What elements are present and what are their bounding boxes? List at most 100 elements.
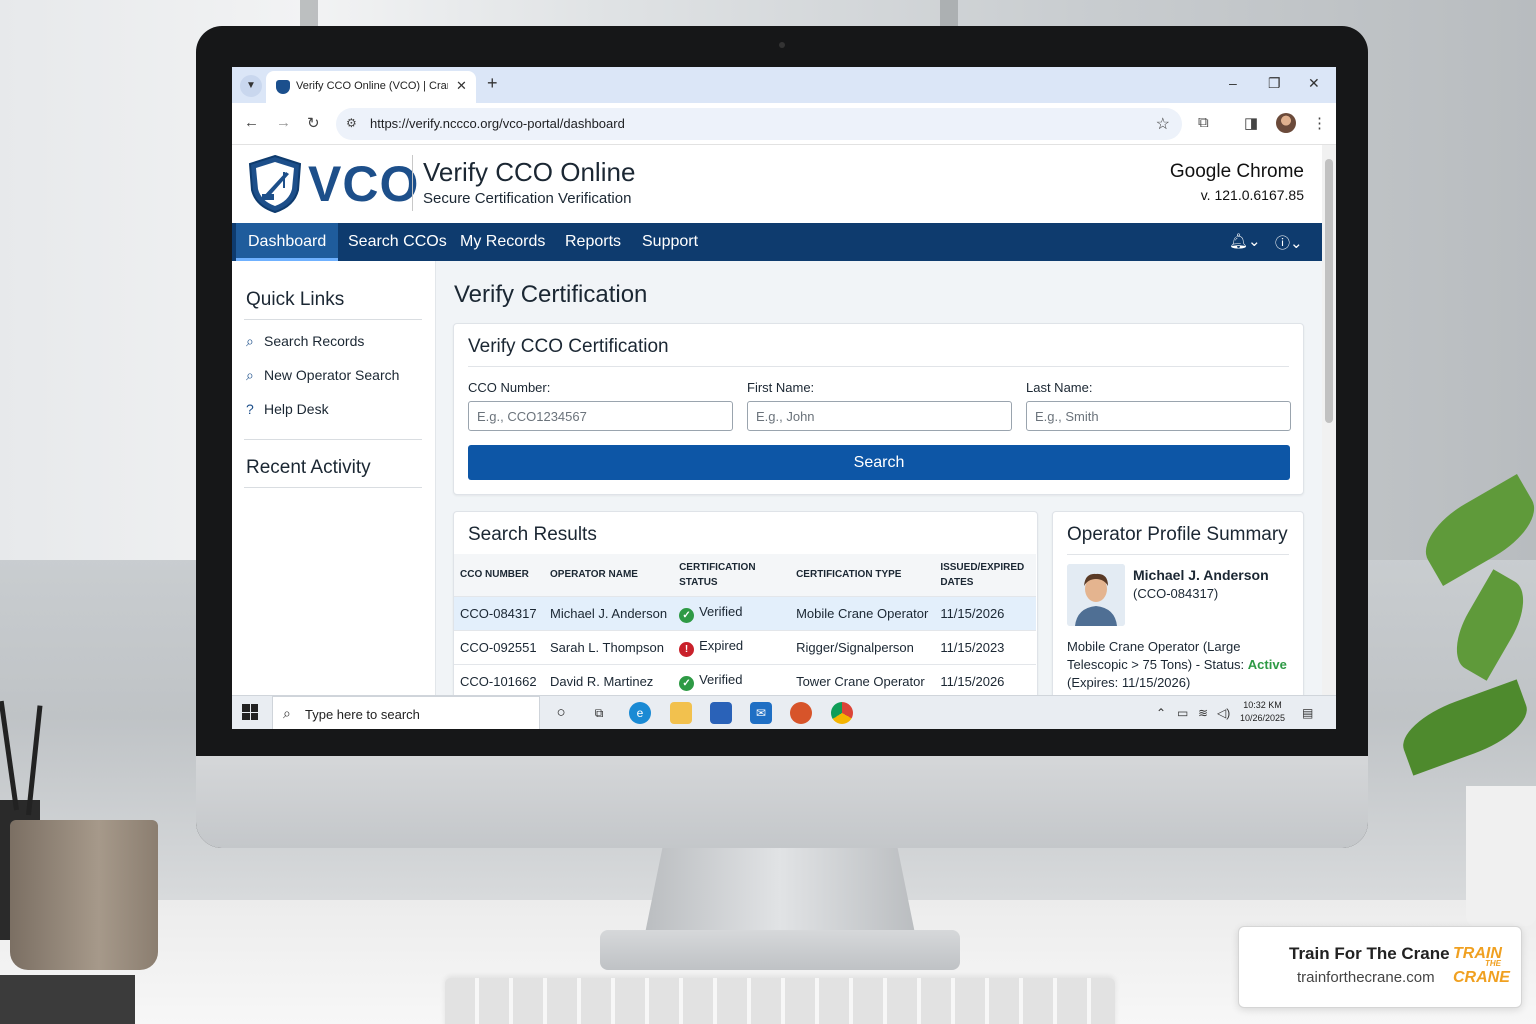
mail-icon[interactable]: ✉ (750, 702, 772, 724)
nav-support[interactable]: Support (630, 223, 710, 261)
close-icon[interactable]: ✕ (1308, 75, 1320, 92)
monitor-stand-base (600, 930, 960, 970)
address-bar[interactable]: ⚙ https://verify.nccco.org/vco-portal/da… (336, 108, 1182, 140)
nav-dashboard[interactable]: Dashboard (236, 223, 339, 261)
table-row[interactable]: CCO-092551 Sarah L. Thompson ! Expired Ri… (454, 629, 1036, 664)
tray-chevron-icon[interactable]: ⌃ (1156, 706, 1166, 720)
operator-name-cell: David R. Martinez (544, 663, 674, 698)
column-header: CERTIFICATION TYPE (790, 554, 935, 596)
page-scrollbar[interactable] (1322, 145, 1336, 701)
operator-name-cell: Sarah L. Thompson (544, 629, 674, 664)
battery-icon[interactable]: ▭ (1177, 706, 1188, 720)
file-explorer-icon[interactable] (670, 702, 692, 724)
date-cell: 11/15/2026 (934, 595, 1036, 630)
check-circle-icon: ✓ (679, 675, 695, 691)
page-title: Verify Certification (454, 281, 648, 308)
plant-leaf (1443, 569, 1536, 681)
first-name-label: First Name: (747, 380, 815, 395)
edge-icon[interactable]: e (629, 702, 651, 724)
tab-title: Verify CCO Online (VCO) | Cranc (296, 80, 448, 92)
close-tab-icon[interactable]: ✕ (456, 78, 467, 94)
divider (244, 439, 422, 440)
cert-type-cell: Rigger/Signalperson (790, 629, 935, 664)
profile-description: Mobile Crane Operator (Large Telescopic … (1067, 638, 1293, 692)
minimize-icon[interactable]: – (1229, 75, 1237, 91)
bell-icon[interactable]: 🔔︎⌄ (1229, 232, 1261, 250)
status-text: Verified (699, 671, 743, 687)
browser-tab[interactable]: Verify CCO Online (VCO) | Cranc ✕ (266, 71, 476, 103)
browser-tabstrip: ▼ Verify CCO Online (VCO) | Cranc ✕ + – … (232, 67, 1336, 103)
notebook (0, 975, 135, 1024)
forward-icon[interactable]: → (276, 114, 291, 131)
status-text: Verified (699, 603, 743, 619)
taskbar-clock[interactable]: 10:32 KM 10/26/2025 (1240, 699, 1285, 725)
column-header: ISSUED/EXPIRED DATES (934, 554, 1036, 596)
tab-search-icon[interactable]: ▼ (240, 75, 262, 97)
sidebar-link-new-operator-search[interactable]: ⌕ New Operator Search (246, 367, 399, 384)
coffee-mug (10, 820, 158, 970)
tab-favicon (276, 80, 290, 94)
divider (468, 366, 1289, 367)
site-settings-icon[interactable]: ⚙ (346, 116, 357, 130)
bookmark-star-icon[interactable]: ☆ (1156, 114, 1170, 134)
search-icon: ⌕ (283, 705, 291, 721)
brand-logo-line: CRANE (1453, 969, 1510, 986)
vco-logo-text: VCO (308, 156, 420, 212)
column-header: CERTIFICATION STATUS (673, 554, 791, 596)
plant-leaf (1394, 679, 1536, 776)
date-cell: 11/15/2023 (934, 629, 1036, 664)
quick-links-heading: Quick Links (246, 289, 345, 310)
task-view-icon[interactable]: ⧉ (588, 702, 610, 724)
nav-search-ccos[interactable]: Search CCOs (336, 223, 459, 261)
cortana-icon[interactable]: ○ (550, 702, 572, 724)
chrome-icon[interactable] (831, 702, 853, 724)
profile-avatar[interactable] (1276, 113, 1296, 133)
verify-card: Verify CCO Certification CCO Number: Fir… (453, 323, 1304, 495)
sidebar-link-search-records[interactable]: ⌕ Search Records (246, 333, 364, 350)
last-name-label: Last Name: (1026, 380, 1093, 395)
menu-icon[interactable]: ⋮ (1312, 114, 1327, 132)
search-button[interactable]: Search (468, 445, 1290, 480)
results-table: CCO NUMBER OPERATOR NAME CERTIFICATION S… (454, 554, 1036, 698)
table-row[interactable]: CCO-084317 Michael J. Anderson ✓ Verified… (454, 595, 1036, 630)
restore-icon[interactable]: ❐ (1268, 75, 1281, 92)
search-icon: ⌕ (246, 333, 254, 349)
sidebar-link-label: Search Records (264, 333, 365, 349)
main-content: Verify Certification Verify CCO Certific… (436, 261, 1322, 711)
divider (244, 319, 422, 320)
store-icon[interactable] (710, 702, 732, 724)
nav-my-records[interactable]: My Records (448, 223, 557, 261)
verify-card-title: Verify CCO Certification (468, 336, 669, 357)
windows-start-icon[interactable] (242, 704, 258, 720)
profile-title: Operator Profile Summary (1067, 524, 1288, 545)
new-tab-icon[interactable]: + (487, 73, 498, 94)
reload-icon[interactable]: ↻ (307, 114, 320, 132)
taskbar-search[interactable]: ⌕ Type here to search (272, 696, 540, 729)
app-icon[interactable] (790, 702, 812, 724)
extensions-icon[interactable]: ⧉ (1198, 114, 1209, 131)
last-name-input[interactable] (1026, 401, 1291, 431)
help-icon[interactable]: ⓘ⌄ (1275, 232, 1303, 253)
wifi-icon[interactable]: ≋ (1198, 706, 1208, 720)
brand-url: trainforthecrane.com (1297, 969, 1435, 986)
check-circle-icon: ✓ (679, 607, 695, 623)
recent-activity-heading: Recent Activity (246, 457, 371, 478)
side-panel-icon[interactable]: ◨ (1244, 114, 1258, 132)
date-cell: 11/15/2026 (934, 663, 1036, 698)
status-text: Expired (699, 637, 744, 653)
scrollbar-thumb[interactable] (1325, 159, 1333, 423)
sidebar-link-help-desk[interactable]: ? Help Desk (246, 401, 329, 417)
notifications-icon[interactable]: ▤ (1302, 706, 1313, 720)
main-nav: Dashboard Search CCOs My Records Reports… (232, 223, 1322, 261)
first-name-input[interactable] (747, 401, 1012, 431)
cco-number-input[interactable] (468, 401, 733, 431)
table-row[interactable]: CCO-101662 David R. Martinez ✓ Verified T… (454, 663, 1036, 698)
divider (1067, 554, 1289, 555)
header-divider (412, 155, 413, 211)
browser-toolbar: ← → ↻ ⚙ https://verify.nccco.org/vco-por… (232, 103, 1336, 145)
cert-type-cell: Tower Crane Operator (790, 663, 935, 698)
volume-icon[interactable]: ◁) (1217, 706, 1230, 720)
nav-reports[interactable]: Reports (553, 223, 633, 261)
back-icon[interactable]: ← (244, 114, 259, 131)
windows-taskbar: ⌕ Type here to search ○ ⧉ e ✉ ⌃ ▭ ≋ ◁) 1… (232, 695, 1336, 729)
